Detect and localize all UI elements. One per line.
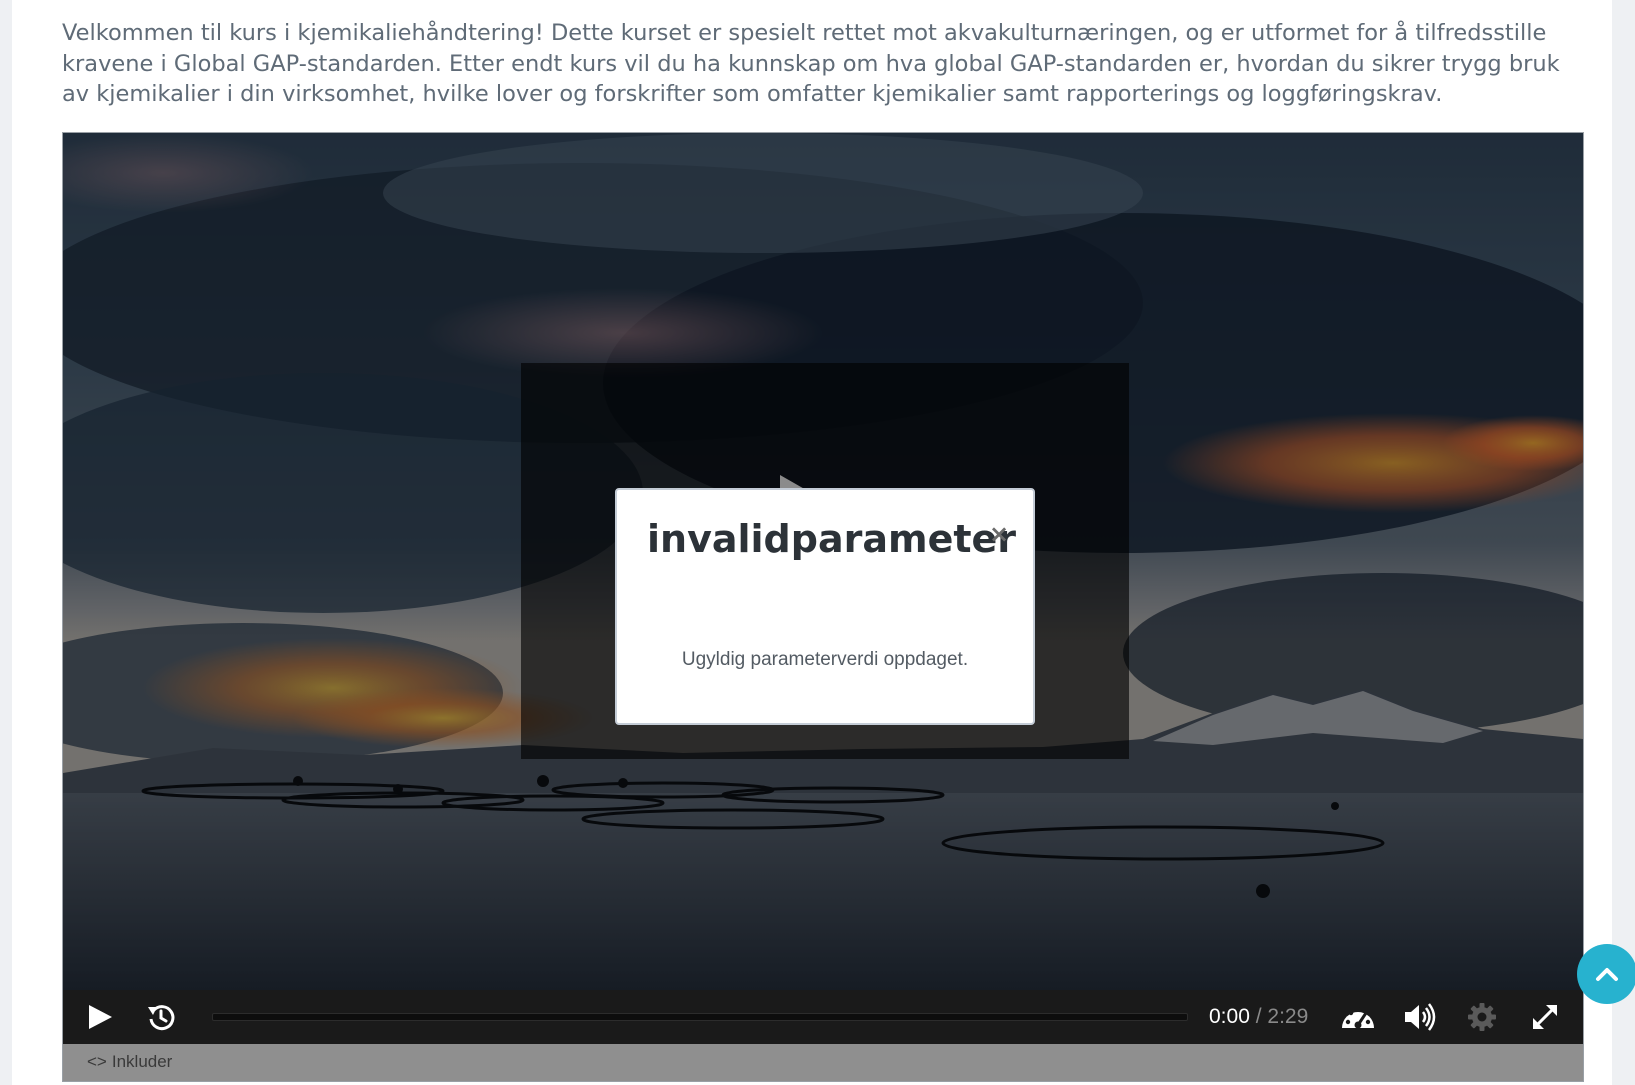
current-time: 0:00 — [1209, 1005, 1250, 1028]
gear-icon[interactable] — [1467, 1002, 1497, 1032]
embed-button[interactable]: <> Inkluder — [87, 1052, 172, 1072]
dialog-title: invalidparameter — [647, 517, 1017, 561]
fullscreen-icon[interactable] — [1530, 1002, 1560, 1032]
embed-bar: <> Inkluder — [63, 1044, 1583, 1081]
embed-label: Inkluder — [111, 1052, 173, 1071]
volume-icon[interactable] — [1403, 1002, 1437, 1032]
speedometer-icon[interactable] — [1340, 1002, 1376, 1032]
time-separator: / — [1255, 1005, 1262, 1028]
error-dialog: invalidparameter × Ugyldig parameterverd… — [615, 488, 1035, 725]
time-display: 0:00 / 2:29 — [1209, 1004, 1308, 1030]
page-content: Velkommen til kurs i kjemikaliehåndterin… — [12, 0, 1612, 1085]
scroll-to-top-button[interactable] — [1577, 944, 1635, 1004]
code-icon: <> — [87, 1052, 107, 1071]
course-intro-text: Velkommen til kurs i kjemikaliehåndterin… — [62, 20, 1560, 107]
video-player: 0:00 / 2:29 <> Inkluder invalidparameter… — [62, 132, 1584, 1082]
play-icon[interactable] — [85, 1002, 115, 1032]
close-icon[interactable]: × — [989, 520, 1009, 548]
seek-bar[interactable] — [212, 1013, 1188, 1021]
video-control-bar: 0:00 / 2:29 — [63, 990, 1583, 1044]
chevron-up-icon — [1596, 968, 1618, 981]
total-duration: 2:29 — [1267, 1005, 1309, 1028]
rewind-icon[interactable] — [146, 1002, 176, 1032]
dialog-message: Ugyldig parameterverdi oppdaget. — [681, 649, 969, 670]
